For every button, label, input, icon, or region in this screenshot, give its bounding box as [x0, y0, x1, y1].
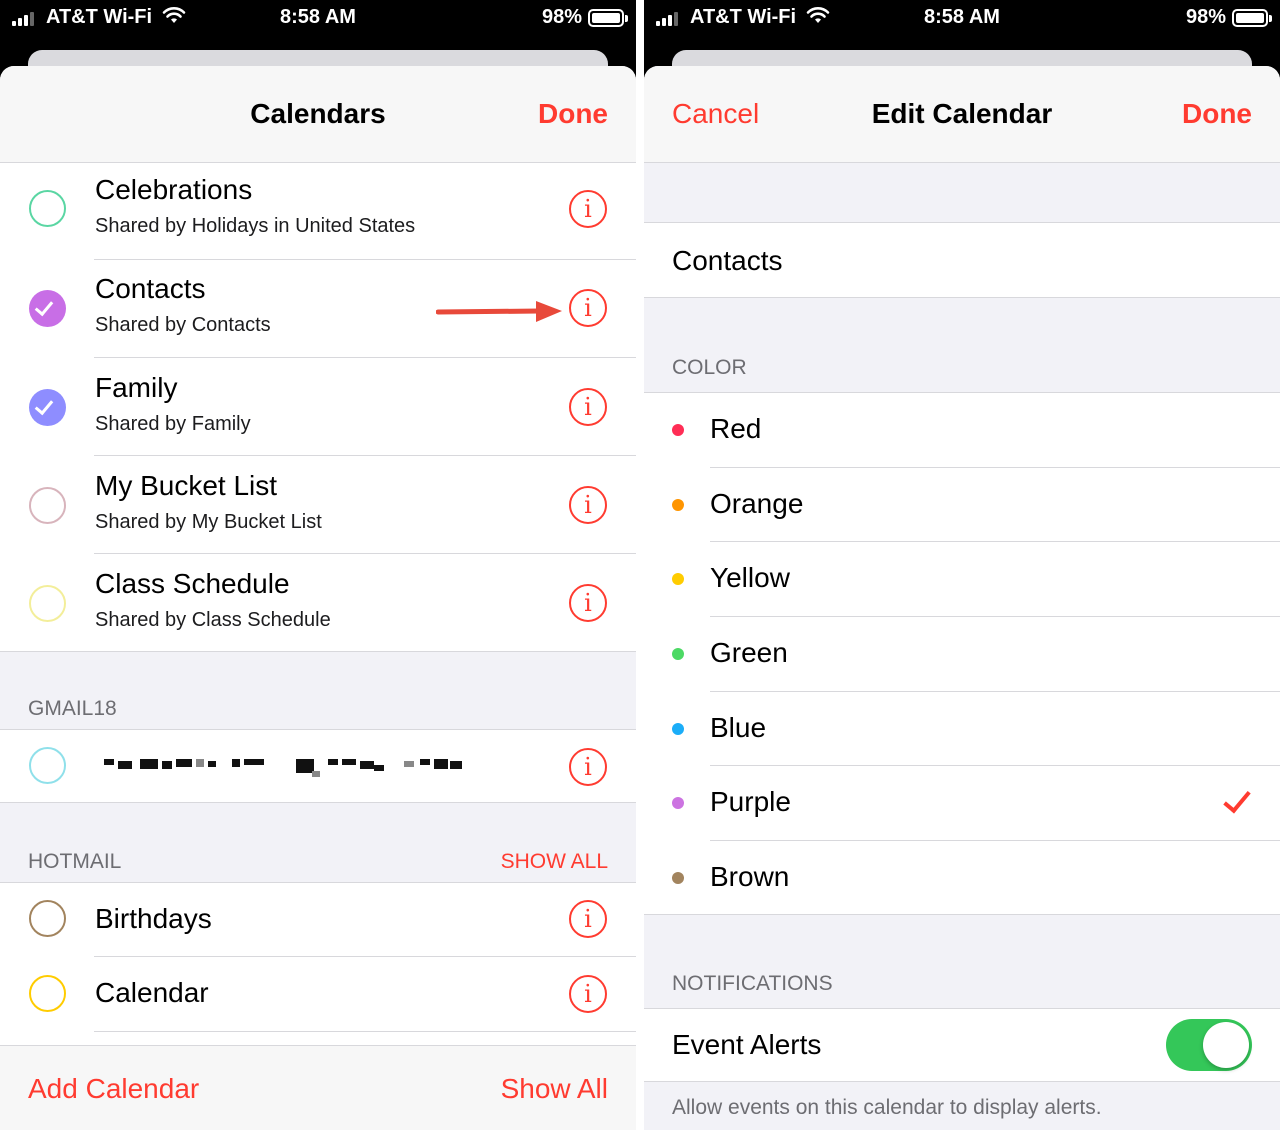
info-icon[interactable]: i: [569, 975, 607, 1013]
status-bar: AT&T Wi-Fi 8:58 AM 98%: [644, 0, 1280, 36]
section-header-notifications: NOTIFICATIONS: [672, 972, 833, 995]
event-alerts-footnote: Allow events on this calendar to display…: [672, 1096, 1102, 1119]
color-dot: [672, 499, 684, 511]
clock: 8:58 AM: [924, 6, 1000, 28]
calendars-screen: AT&T Wi-Fi 8:58 AM 98% Calendars Done Ce…: [0, 0, 636, 1130]
toolbar: Add Calendar Show All: [0, 1045, 636, 1130]
status-bar: AT&T Wi-Fi 8:58 AM 98%: [0, 0, 636, 36]
checkmark-icon: [34, 296, 54, 317]
calendar-title: Birthdays: [95, 903, 212, 934]
color-option-red[interactable]: Red: [644, 393, 1280, 468]
calendar-toggle-circle[interactable]: [29, 747, 66, 784]
color-label: Orange: [710, 488, 804, 519]
calendar-title: Celebrations: [95, 174, 253, 205]
calendar-row-calendar[interactable]: Calendar i: [0, 957, 636, 1032]
info-icon[interactable]: i: [569, 190, 607, 228]
calendar-toggle-circle[interactable]: [29, 389, 66, 426]
calendar-subtitle: Shared by Family: [95, 413, 251, 435]
color-option-orange[interactable]: Orange: [644, 468, 1280, 542]
color-option-blue[interactable]: Blue: [644, 692, 1280, 766]
shared-calendars-list: Celebrations Shared by Holidays in Unite…: [0, 163, 636, 652]
color-dot: [672, 573, 684, 585]
calendar-subtitle: Shared by Class Schedule: [95, 609, 331, 631]
calendar-title: Family: [95, 372, 178, 403]
battery-percentage: 98%: [1185, 6, 1226, 28]
color-label: Red: [710, 413, 762, 444]
calendar-toggle-circle[interactable]: [29, 190, 66, 227]
color-dot: [672, 424, 684, 436]
calendar-name-field[interactable]: Contacts: [672, 245, 783, 277]
navigation-bar: Calendars Done: [0, 66, 636, 163]
color-label: Purple: [710, 786, 791, 817]
calendar-toggle-circle[interactable]: [29, 900, 66, 937]
navigation-bar: Cancel Edit Calendar Done: [644, 66, 1280, 163]
done-button[interactable]: Done: [1182, 98, 1252, 130]
info-icon[interactable]: i: [569, 388, 607, 426]
show-all-link[interactable]: SHOW ALL: [501, 850, 608, 874]
color-dot: [672, 648, 684, 660]
calendar-title: Calendar: [95, 977, 209, 1008]
add-calendar-button[interactable]: Add Calendar: [28, 1073, 199, 1105]
done-button[interactable]: Done: [538, 98, 608, 130]
color-option-purple[interactable]: Purple: [644, 766, 1280, 841]
gmail-calendars-list: i: [0, 729, 636, 803]
section-header-hotmail: HOTMAIL: [28, 850, 122, 873]
calendar-row-family[interactable]: Family Shared by Family i: [0, 358, 636, 456]
info-icon[interactable]: i: [569, 900, 607, 938]
calendar-subtitle: Shared by My Bucket List: [95, 511, 322, 533]
calendar-toggle-circle[interactable]: [29, 975, 66, 1012]
toggle-knob: [1203, 1022, 1249, 1068]
color-label: Yellow: [710, 562, 790, 593]
redacted-calendar-name: [104, 755, 464, 779]
battery-icon: [588, 9, 628, 27]
color-option-yellow[interactable]: Yellow: [644, 542, 1280, 617]
color-label: Brown: [710, 861, 790, 892]
color-label: Blue: [710, 712, 767, 743]
color-dot: [672, 797, 684, 809]
section-header-gmail: GMAIL18: [28, 697, 117, 720]
color-option-green[interactable]: Green: [644, 617, 1280, 692]
calendar-title: Contacts: [95, 273, 206, 304]
calendar-subtitle: Shared by Contacts: [95, 314, 271, 336]
section-header-color: COLOR: [672, 356, 747, 379]
clock: 8:58 AM: [280, 6, 356, 28]
color-option-brown[interactable]: Brown: [644, 841, 1280, 916]
checkmark-icon: [34, 395, 54, 416]
color-dot: [672, 723, 684, 735]
event-alerts-label: Event Alerts: [672, 1029, 822, 1060]
calendar-toggle-circle[interactable]: [29, 487, 66, 524]
info-icon[interactable]: i: [569, 584, 607, 622]
battery-percentage: 98%: [541, 6, 582, 28]
color-dot: [672, 872, 684, 884]
calendars-sheet: Calendars Done Celebrations Shared by Ho…: [0, 66, 636, 1130]
calendar-row-my-bucket-list[interactable]: My Bucket List Shared by My Bucket List …: [0, 456, 636, 554]
calendar-toggle-circle[interactable]: [29, 290, 66, 327]
calendar-name-group: Contacts: [644, 222, 1280, 298]
calendar-title: My Bucket List: [95, 470, 278, 501]
notifications-group: Event Alerts: [644, 1008, 1280, 1082]
selected-checkmark-icon: [1223, 784, 1251, 814]
calendar-title: Class Schedule: [95, 568, 290, 599]
color-list: Red Orange Yellow Green Blue Purple Brow…: [644, 392, 1280, 915]
calendar-subtitle: Shared by Holidays in United States: [95, 215, 416, 237]
show-all-button[interactable]: Show All: [501, 1073, 608, 1105]
hotmail-calendars-list: Birthdays i Calendar i: [0, 882, 636, 1048]
calendar-row-birthdays[interactable]: Birthdays i: [0, 883, 636, 957]
info-icon[interactable]: i: [569, 486, 607, 524]
event-alerts-toggle[interactable]: [1166, 1019, 1252, 1071]
annotation-arrow-icon: [436, 301, 562, 322]
info-icon[interactable]: i: [569, 289, 607, 327]
calendar-toggle-circle[interactable]: [29, 585, 66, 622]
color-label: Green: [710, 637, 788, 668]
row-divider: [94, 1031, 636, 1032]
calendar-row-celebrations[interactable]: Celebrations Shared by Holidays in Unite…: [0, 163, 636, 260]
info-icon[interactable]: i: [569, 748, 607, 786]
event-alerts-row: Event Alerts: [644, 1009, 1280, 1081]
edit-calendar-screen: AT&T Wi-Fi 8:58 AM 98% Cancel Edit Calen…: [644, 0, 1280, 1130]
battery-icon: [1232, 9, 1272, 27]
calendar-row-gmail[interactable]: i: [0, 730, 636, 802]
edit-calendar-sheet: Cancel Edit Calendar Done Contacts COLOR…: [644, 66, 1280, 1130]
calendar-row-class-schedule[interactable]: Class Schedule Shared by Class Schedule …: [0, 554, 636, 652]
